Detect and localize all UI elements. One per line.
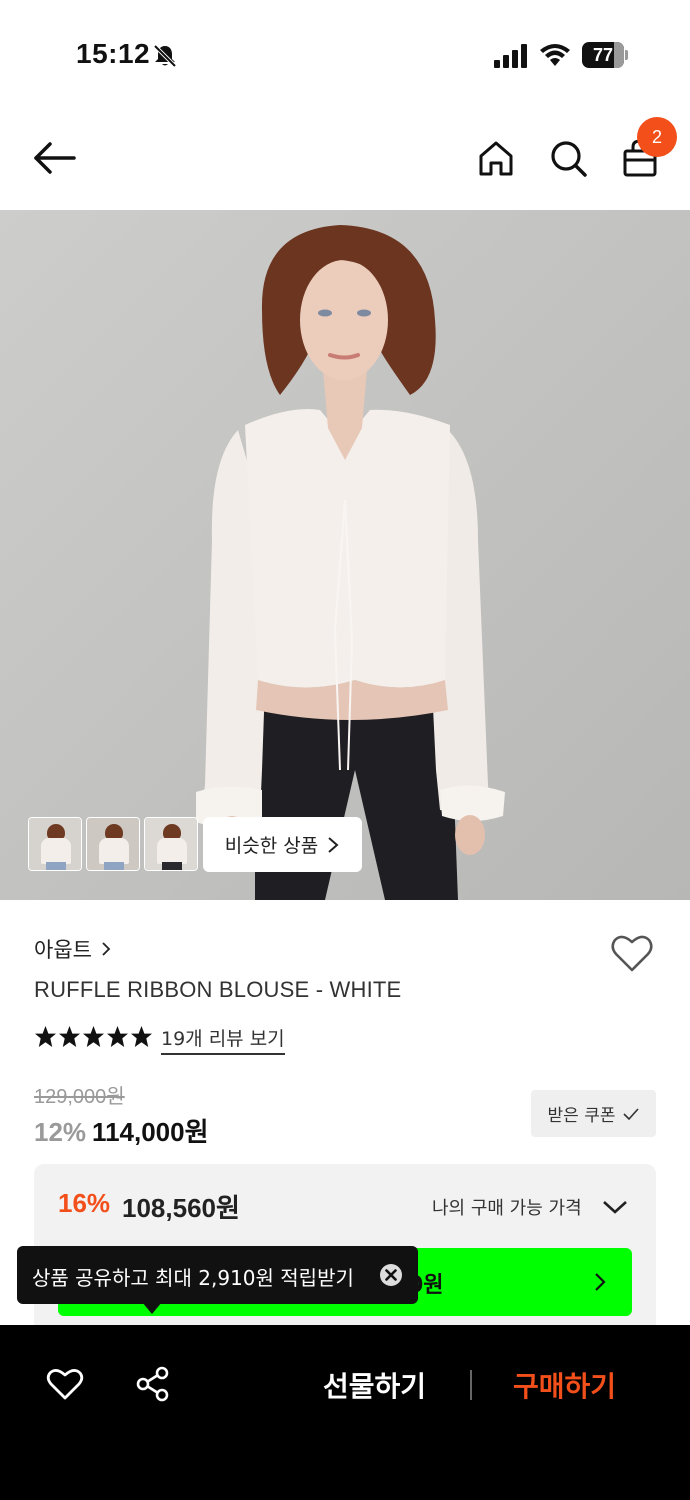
share-reward-tooltip: 상품 공유하고 최대 2,910원 적립받기 xyxy=(17,1246,418,1304)
product-name: RUFFLE RIBBON BLOUSE - WHITE xyxy=(34,977,402,1002)
similar-products-label: 비슷한 상품 xyxy=(224,835,319,857)
like-heart-icon[interactable] xyxy=(46,1367,84,1401)
thumbnail-1[interactable] xyxy=(28,817,82,871)
battery-level: 77 xyxy=(592,45,614,65)
sale-price-row: 12% 114,000원 xyxy=(34,1112,209,1149)
my-price-toggle-label[interactable]: 나의 구매 가능 가격 xyxy=(432,1194,582,1220)
discount-percent: 12% xyxy=(34,1117,87,1147)
product-main-image[interactable] xyxy=(0,210,690,900)
coupon-label: 받은 쿠폰 xyxy=(547,1106,616,1126)
product-photo xyxy=(0,210,690,900)
bell-muted-icon xyxy=(153,44,177,68)
star-icon xyxy=(34,1025,57,1048)
bottom-action-bar: 선물하기 구매하기 xyxy=(0,1325,690,1500)
thumbnail-3[interactable] xyxy=(144,817,198,871)
tooltip-text: 상품 공유하고 최대 2,910원 적립받기 xyxy=(32,1266,354,1290)
signal-icon xyxy=(494,44,527,68)
cart-count-badge: 2 xyxy=(637,117,677,157)
chevron-down-icon[interactable] xyxy=(602,1198,628,1216)
share-icon[interactable] xyxy=(134,1365,172,1403)
thumbnail-2[interactable] xyxy=(86,817,140,871)
received-coupon-button[interactable]: 받은 쿠폰 xyxy=(531,1090,656,1137)
star-icon xyxy=(130,1025,153,1048)
similar-products-button[interactable]: 비슷한 상품 xyxy=(203,817,362,872)
brand-link[interactable]: 아웁트 xyxy=(34,934,112,964)
tooltip-arrow xyxy=(142,1302,162,1314)
chevron-right-icon xyxy=(102,942,111,956)
chevron-right-icon xyxy=(328,836,339,853)
buy-button[interactable]: 구매하기 xyxy=(513,1365,616,1405)
my-discount-percent: 16% xyxy=(58,1188,111,1218)
star-icon xyxy=(58,1025,81,1048)
gift-button[interactable]: 선물하기 xyxy=(323,1365,426,1405)
review-link[interactable]: 19개 리뷰 보기 xyxy=(161,1024,285,1055)
star-icon xyxy=(82,1025,105,1048)
search-icon[interactable] xyxy=(548,138,588,178)
star-icon xyxy=(106,1025,129,1048)
check-icon xyxy=(623,1107,640,1120)
battery-indicator: 77 xyxy=(582,42,628,68)
chevron-right-icon xyxy=(595,1273,606,1291)
status-time: 15:12 xyxy=(76,38,151,69)
back-arrow-icon[interactable] xyxy=(32,140,76,176)
status-bar: 15:12 77 xyxy=(0,0,690,110)
home-icon[interactable] xyxy=(476,138,516,178)
sale-price: 114,000원 xyxy=(92,1117,209,1147)
top-nav xyxy=(0,110,690,210)
wishlist-heart-icon[interactable] xyxy=(610,933,654,973)
wifi-icon xyxy=(540,44,570,66)
original-price: 129,000원 xyxy=(34,1086,125,1108)
rating-stars xyxy=(34,1025,153,1048)
my-price: 108,560원 xyxy=(122,1193,240,1223)
brand-name: 아웁트 xyxy=(34,938,92,962)
divider xyxy=(470,1370,472,1400)
close-icon[interactable] xyxy=(379,1263,403,1287)
